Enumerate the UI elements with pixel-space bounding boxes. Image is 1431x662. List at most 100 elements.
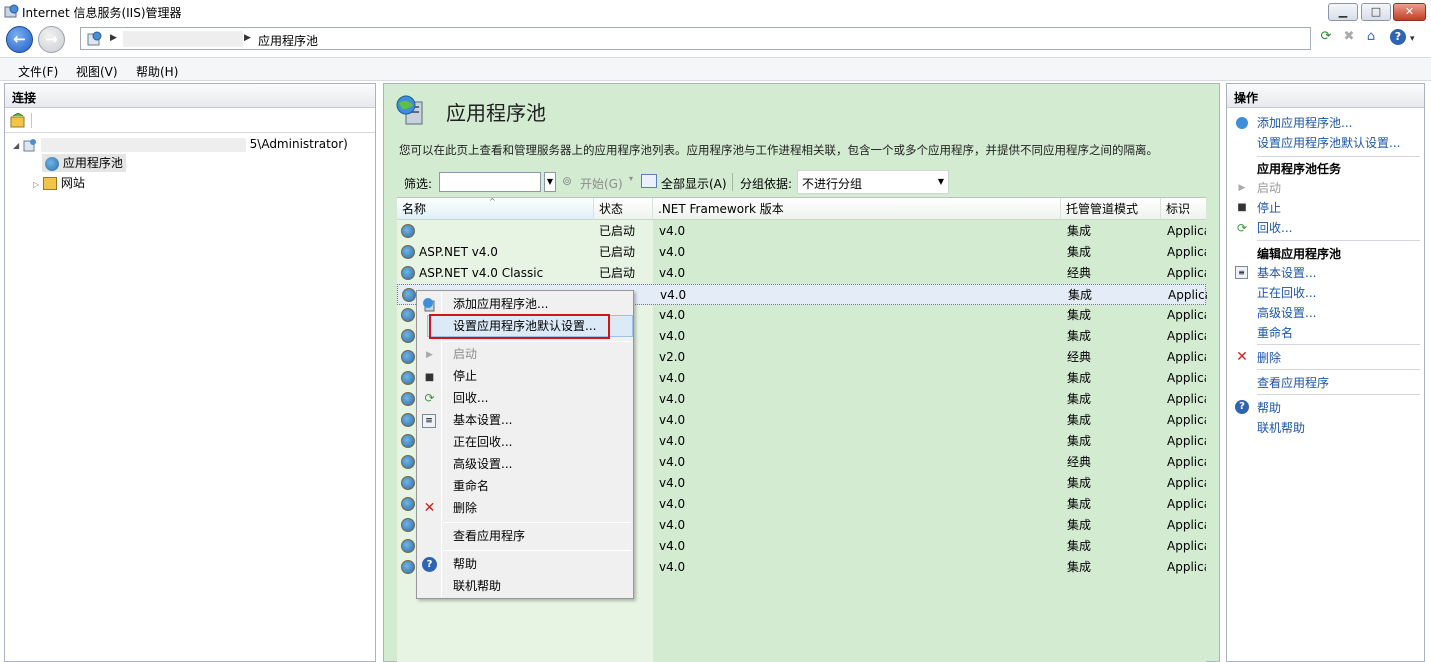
menu-online-help[interactable]: 联机帮助	[453, 576, 501, 596]
menu-add-pool[interactable]: 添加应用程序池...	[453, 294, 548, 314]
menu-file[interactable]: 文件(F)	[18, 63, 58, 80]
action-set-defaults[interactable]: 设置应用程序池默认设置...	[1257, 134, 1400, 152]
menu-help[interactable]: 帮助(H)	[136, 63, 178, 80]
menu-start[interactable]: 启动	[453, 344, 477, 364]
app-pool-icon	[401, 392, 415, 406]
action-basic-settings[interactable]: 基本设置...	[1257, 264, 1316, 282]
delete-icon: ✕	[423, 500, 436, 516]
forward-button[interactable]: →	[38, 26, 65, 53]
cell-pipeline: 集成	[1067, 224, 1092, 238]
help-icon: ?	[422, 557, 437, 572]
filter-dropdown-icon[interactable]: ▼	[544, 172, 556, 192]
expand-triangle-icon[interactable]: ▷	[33, 180, 39, 189]
column-header-pipeline[interactable]: 托管管道模式	[1061, 198, 1161, 220]
window-title: Internet 信息服务(IIS)管理器	[22, 6, 182, 20]
menu-basic-settings[interactable]: 基本设置...	[453, 410, 512, 430]
app-pool-icon	[401, 266, 415, 280]
show-all-icon	[641, 174, 657, 188]
close-button[interactable]: ✕	[1393, 3, 1426, 21]
filter-go-button[interactable]: 开始(G)	[580, 175, 623, 192]
menu-separator	[443, 341, 631, 342]
help-icon[interactable]: ?	[1390, 29, 1406, 45]
tree-sites[interactable]: ▷ 网站	[33, 174, 85, 192]
actions-header: 操作	[1227, 84, 1424, 108]
group-by-select[interactable]: 不进行分组 ▼	[797, 170, 949, 194]
menu-view[interactable]: 视图(V)	[76, 63, 118, 80]
menu-stop[interactable]: 停止	[453, 366, 477, 386]
filter-divider	[732, 173, 733, 191]
menu-help[interactable]: 帮助	[453, 554, 477, 574]
menu-recycle[interactable]: 回收...	[453, 388, 488, 408]
server-icon	[23, 138, 37, 152]
separator	[1257, 240, 1420, 241]
cell-pipeline: 集成	[1067, 518, 1092, 532]
action-recycle[interactable]: 回收...	[1257, 219, 1292, 237]
table-row[interactable]: ASP.NET v4.0 Classic 已启动 v4.0 经典 Applica	[397, 263, 1206, 284]
column-header-name[interactable]: 名称 ^	[397, 197, 594, 220]
title-bar: Internet 信息服务(IIS)管理器 ▁ □ ✕	[0, 0, 1431, 24]
column-header-identity[interactable]: 标识	[1161, 198, 1206, 220]
cell-framework: v4.0	[659, 560, 686, 574]
cell-framework: v2.0	[659, 350, 686, 364]
app-pool-icon	[401, 497, 415, 511]
collapse-triangle-icon[interactable]: ◢	[13, 141, 19, 150]
tree-app-pools[interactable]: 应用程序池	[42, 154, 126, 172]
cell-state: 已启动	[599, 266, 636, 280]
cell-pipeline: 集成	[1067, 413, 1092, 427]
cell-pipeline: 集成	[1067, 371, 1092, 385]
cell-pipeline: 经典	[1067, 455, 1092, 469]
column-header-state[interactable]: 状态	[594, 198, 653, 220]
cell-framework: v4.0	[659, 245, 686, 259]
action-advanced-settings[interactable]: 高级设置...	[1257, 304, 1316, 322]
action-start[interactable]: 启动	[1257, 179, 1281, 197]
menu-delete[interactable]: 删除	[453, 498, 477, 518]
action-recycling[interactable]: 正在回收...	[1257, 284, 1316, 302]
action-rename[interactable]: 重命名	[1257, 324, 1293, 342]
action-stop[interactable]: 停止	[1257, 199, 1281, 217]
table-row[interactable]: 已启动 v4.0 集成 Applica	[397, 221, 1206, 242]
app-pool-icon	[401, 329, 415, 343]
show-all-button[interactable]: 全部显示(A)	[661, 175, 727, 192]
properties-icon: ≡	[1235, 266, 1248, 279]
separator	[1257, 369, 1420, 370]
menu-view-apps[interactable]: 查看应用程序	[453, 526, 525, 546]
menu-rename[interactable]: 重命名	[453, 476, 489, 496]
filter-label: 筛选:	[404, 177, 433, 191]
server-icon	[86, 30, 103, 47]
maximize-button[interactable]: □	[1361, 3, 1391, 21]
action-view-apps[interactable]: 查看应用程序	[1257, 374, 1329, 392]
address-bar[interactable]: ▶ ▶ 应用程序池	[80, 27, 1311, 50]
home-icon[interactable]: ⌂	[1362, 28, 1380, 46]
forward-arrow-icon: →	[45, 30, 58, 48]
menu-recycling[interactable]: 正在回收...	[453, 432, 512, 452]
new-connection-icon[interactable]	[10, 112, 26, 128]
go-dropdown-icon[interactable]: ▾	[629, 174, 633, 183]
cell-identity: Applica	[1167, 560, 1206, 574]
separator	[1257, 344, 1420, 345]
app-pool-icon	[401, 539, 415, 553]
action-help[interactable]: 帮助	[1257, 399, 1281, 417]
cell-framework: v4.0	[659, 308, 686, 322]
help-dropdown-icon[interactable]: ▾	[1410, 34, 1415, 44]
breadcrumb-arrow-icon[interactable]: ▶	[244, 33, 251, 43]
menu-advanced-settings[interactable]: 高级设置...	[453, 454, 512, 474]
menu-bar: 文件(F) 视图(V) 帮助(H)	[0, 57, 1431, 81]
iis-app-icon	[4, 4, 19, 19]
back-button[interactable]: ←	[6, 26, 33, 53]
cell-pipeline: 经典	[1067, 266, 1092, 280]
binoculars-icon[interactable]: ⊚	[562, 174, 572, 188]
cell-framework: v4.0	[659, 476, 686, 490]
breadcrumb-app-pools[interactable]: 应用程序池	[258, 32, 318, 49]
column-header-framework[interactable]: .NET Framework 版本	[653, 198, 1061, 220]
refresh-icon[interactable]: ⟳	[1317, 28, 1335, 46]
action-online-help[interactable]: 联机帮助	[1257, 419, 1305, 437]
action-delete[interactable]: 删除	[1257, 349, 1281, 367]
breadcrumb-arrow-icon[interactable]: ▶	[110, 33, 117, 43]
action-add-pool[interactable]: 添加应用程序池...	[1257, 114, 1352, 132]
stop-icon[interactable]: ✖	[1340, 28, 1358, 46]
table-row[interactable]: ASP.NET v4.0 已启动 v4.0 集成 Applica	[397, 242, 1206, 263]
minimize-button[interactable]: ▁	[1328, 3, 1358, 21]
tree-server-node[interactable]: ◢ 5\Administrator)	[13, 135, 348, 153]
filter-input[interactable]	[439, 172, 541, 192]
cell-name: ASP.NET v4.0	[419, 245, 498, 259]
